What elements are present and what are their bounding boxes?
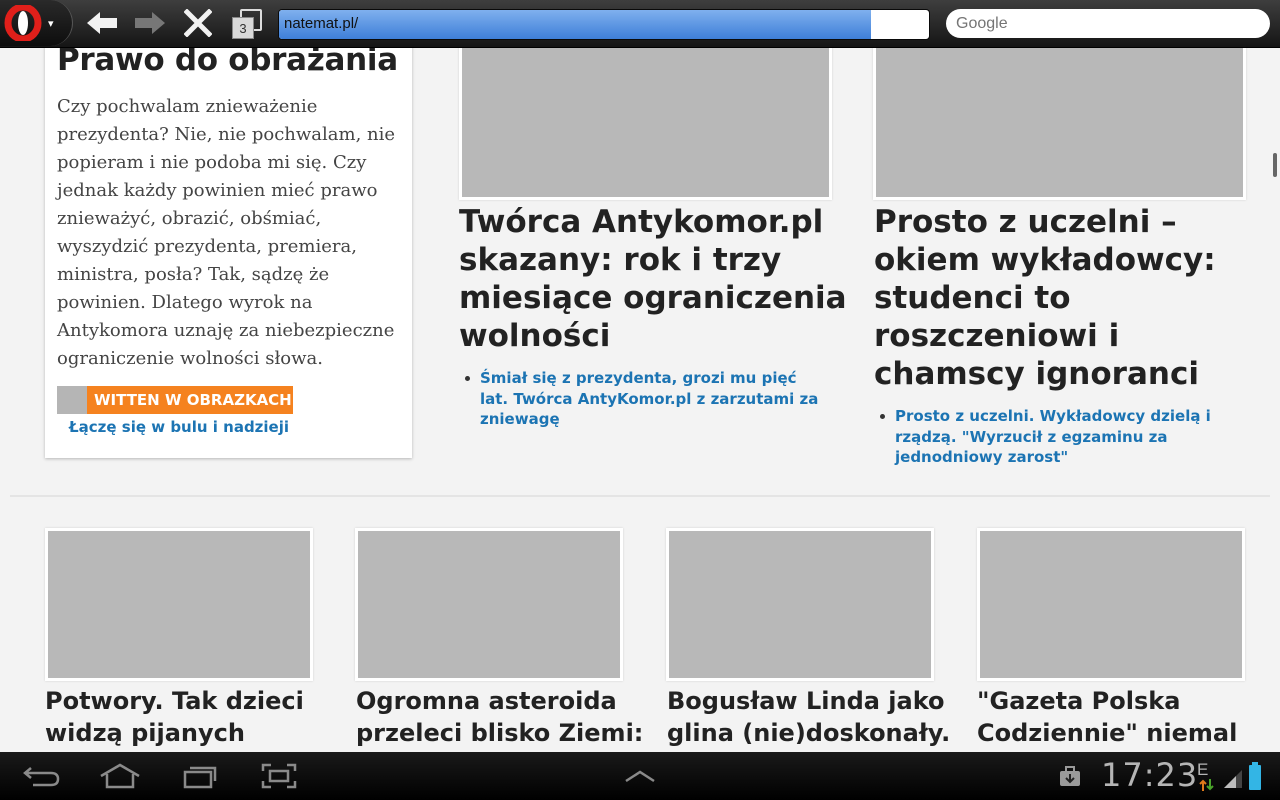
- article-image[interactable]: [873, 48, 1246, 200]
- article-image[interactable]: [355, 528, 623, 681]
- related-link[interactable]: Śmiał się z prezydenta, grozi mu pięć la…: [459, 368, 829, 430]
- tab-count-label: 3: [232, 17, 254, 39]
- article-title[interactable]: Ogromna asteroida przeleci blisko Ziemi:: [356, 685, 646, 749]
- network-type-label: E: [1197, 760, 1209, 779]
- system-bar: 17:23 E: [0, 752, 1280, 800]
- address-bar[interactable]: natemat.pl/: [278, 9, 930, 40]
- opinion-card[interactable]: Prawo do obrażania Czy pochwalam znieważ…: [45, 48, 412, 458]
- back-button[interactable]: [84, 6, 120, 40]
- download-notification[interactable]: [1046, 760, 1094, 792]
- opinion-title[interactable]: Prawo do obrażania: [57, 48, 398, 78]
- opera-menu-button[interactable]: ▾: [0, 0, 73, 46]
- signal-strength-icon: [1224, 770, 1242, 788]
- tag-marker: [57, 386, 87, 414]
- web-page: Prawo do obrażania Czy pochwalam znieważ…: [0, 48, 1280, 752]
- opinion-body: Czy pochwalam znieważenie prezydenta? Ni…: [57, 96, 396, 369]
- related-link[interactable]: Łączę się w bulu i nadzieji: [69, 418, 289, 436]
- recent-apps-button[interactable]: [176, 760, 224, 792]
- forward-button[interactable]: [132, 6, 168, 40]
- battery-icon: [1249, 762, 1261, 790]
- related-links: Prosto z uczelni. Wykładowcy dzielą i rz…: [874, 406, 1214, 468]
- arrow-right-icon: [135, 12, 165, 34]
- scrollbar-thumb[interactable]: [1273, 153, 1277, 177]
- url-text: natemat.pl/: [284, 15, 359, 32]
- quick-launch-button[interactable]: [616, 760, 664, 792]
- download-icon: [1060, 766, 1080, 786]
- status-clock[interactable]: 17:23: [1101, 756, 1198, 794]
- arrow-left-icon: [87, 12, 117, 34]
- back-arrow-icon: [23, 767, 60, 787]
- screenshot-icon: [261, 763, 297, 789]
- article-title[interactable]: Bogusław Linda jako glina (nie)doskonały…: [667, 685, 962, 749]
- article-image[interactable]: [666, 528, 934, 681]
- opera-logo-icon: [4, 5, 42, 41]
- search-input[interactable]: [954, 13, 1258, 35]
- section-divider: [10, 495, 1270, 497]
- article-title[interactable]: Potwory. Tak dzieci widzą pijanych: [45, 685, 335, 749]
- chevron-down-icon: ▾: [48, 17, 54, 30]
- recent-apps-icon: [183, 766, 217, 789]
- article-title[interactable]: Twórca Antykomor.pl skazany: rok i trzy …: [459, 203, 859, 355]
- article-image[interactable]: [977, 528, 1245, 681]
- related-links: Śmiał się z prezydenta, grozi mu pięć la…: [459, 368, 829, 430]
- browser-toolbar: ▾ 3 natemat.pl/: [0, 0, 1280, 48]
- tabs-button[interactable]: 3: [232, 9, 262, 39]
- close-icon: [184, 9, 212, 37]
- system-back-button[interactable]: [17, 760, 65, 792]
- data-activity-icon: [1199, 779, 1214, 791]
- search-field[interactable]: [946, 9, 1270, 38]
- screenshot-button[interactable]: [255, 760, 303, 792]
- related-link[interactable]: Prosto z uczelni. Wykładowcy dzielą i rz…: [874, 406, 1214, 468]
- article-image[interactable]: [45, 528, 313, 681]
- article-title[interactable]: "Gazeta Polska Codziennie" niemal: [977, 685, 1267, 749]
- article-title[interactable]: Prosto z uczelni – okiem wykładowcy: stu…: [874, 203, 1244, 393]
- page-load-progress: [279, 10, 871, 39]
- article-image[interactable]: [459, 48, 832, 200]
- chevron-up-icon: [625, 770, 655, 783]
- home-icon: [100, 763, 140, 789]
- home-button[interactable]: [96, 760, 144, 792]
- stop-button[interactable]: [180, 6, 216, 40]
- category-tag[interactable]: WITTEN W OBRAZKACH: [87, 386, 293, 414]
